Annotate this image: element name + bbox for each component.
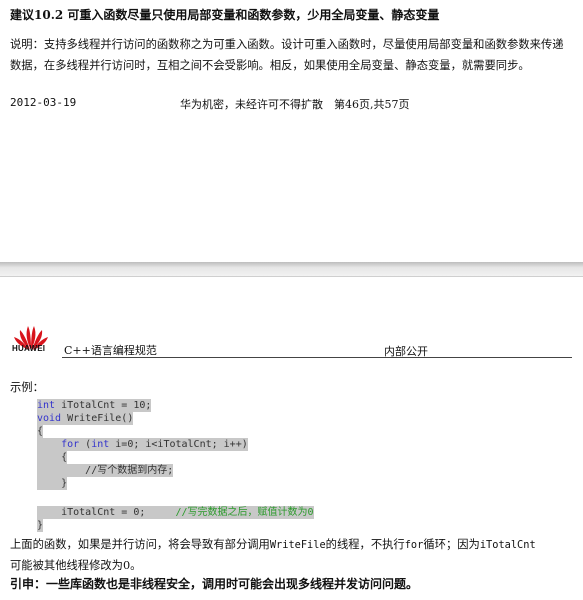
code-line: { bbox=[37, 425, 44, 438]
explanation-paragraph: 上面的函数，如果是并行访问，将会导致有部分调用WriteFile的线程，不执行f… bbox=[10, 538, 536, 572]
code-line: iTotalCnt = 0; //写完数据之后，赋值计数为0 bbox=[37, 506, 314, 519]
code-line: int iTotalCnt = 10; bbox=[37, 399, 152, 412]
code-line: } bbox=[37, 519, 44, 532]
section-heading: 建议10.2 可重入函数尽量只使用局部变量和函数参数，少用全局变量、静态变量 bbox=[10, 8, 440, 22]
page-separator-line bbox=[0, 276, 583, 277]
code-line: for (int i=0; i<iTotalCnt; i++) bbox=[37, 438, 248, 451]
code-line: { bbox=[37, 451, 68, 464]
page-separator bbox=[0, 262, 583, 276]
example-label: 示例： bbox=[10, 381, 44, 394]
code-line: } bbox=[37, 477, 68, 490]
code-line: //写个数据到内存; bbox=[37, 464, 174, 477]
footer-date: 2012-03-19 bbox=[10, 96, 77, 109]
description-paragraph: 说明：支持多线程并行访问的函数称之为可重入函数。设计可重入函数时，尽量使用局部变… bbox=[10, 38, 564, 72]
logo-wordmark: HUAWEI bbox=[12, 344, 46, 353]
header-rule bbox=[62, 357, 572, 358]
code-line: void WriteFile() bbox=[37, 412, 134, 425]
document-title: C++语言编程规范 bbox=[64, 344, 157, 357]
warning-note: 引申：一些库函数也是非线程安全，调用时可能会出现多线程并发访问问题。 bbox=[10, 577, 419, 591]
footer-confidential: 华为机密，未经许可不得扩散 第46页,共57页 bbox=[180, 98, 410, 111]
